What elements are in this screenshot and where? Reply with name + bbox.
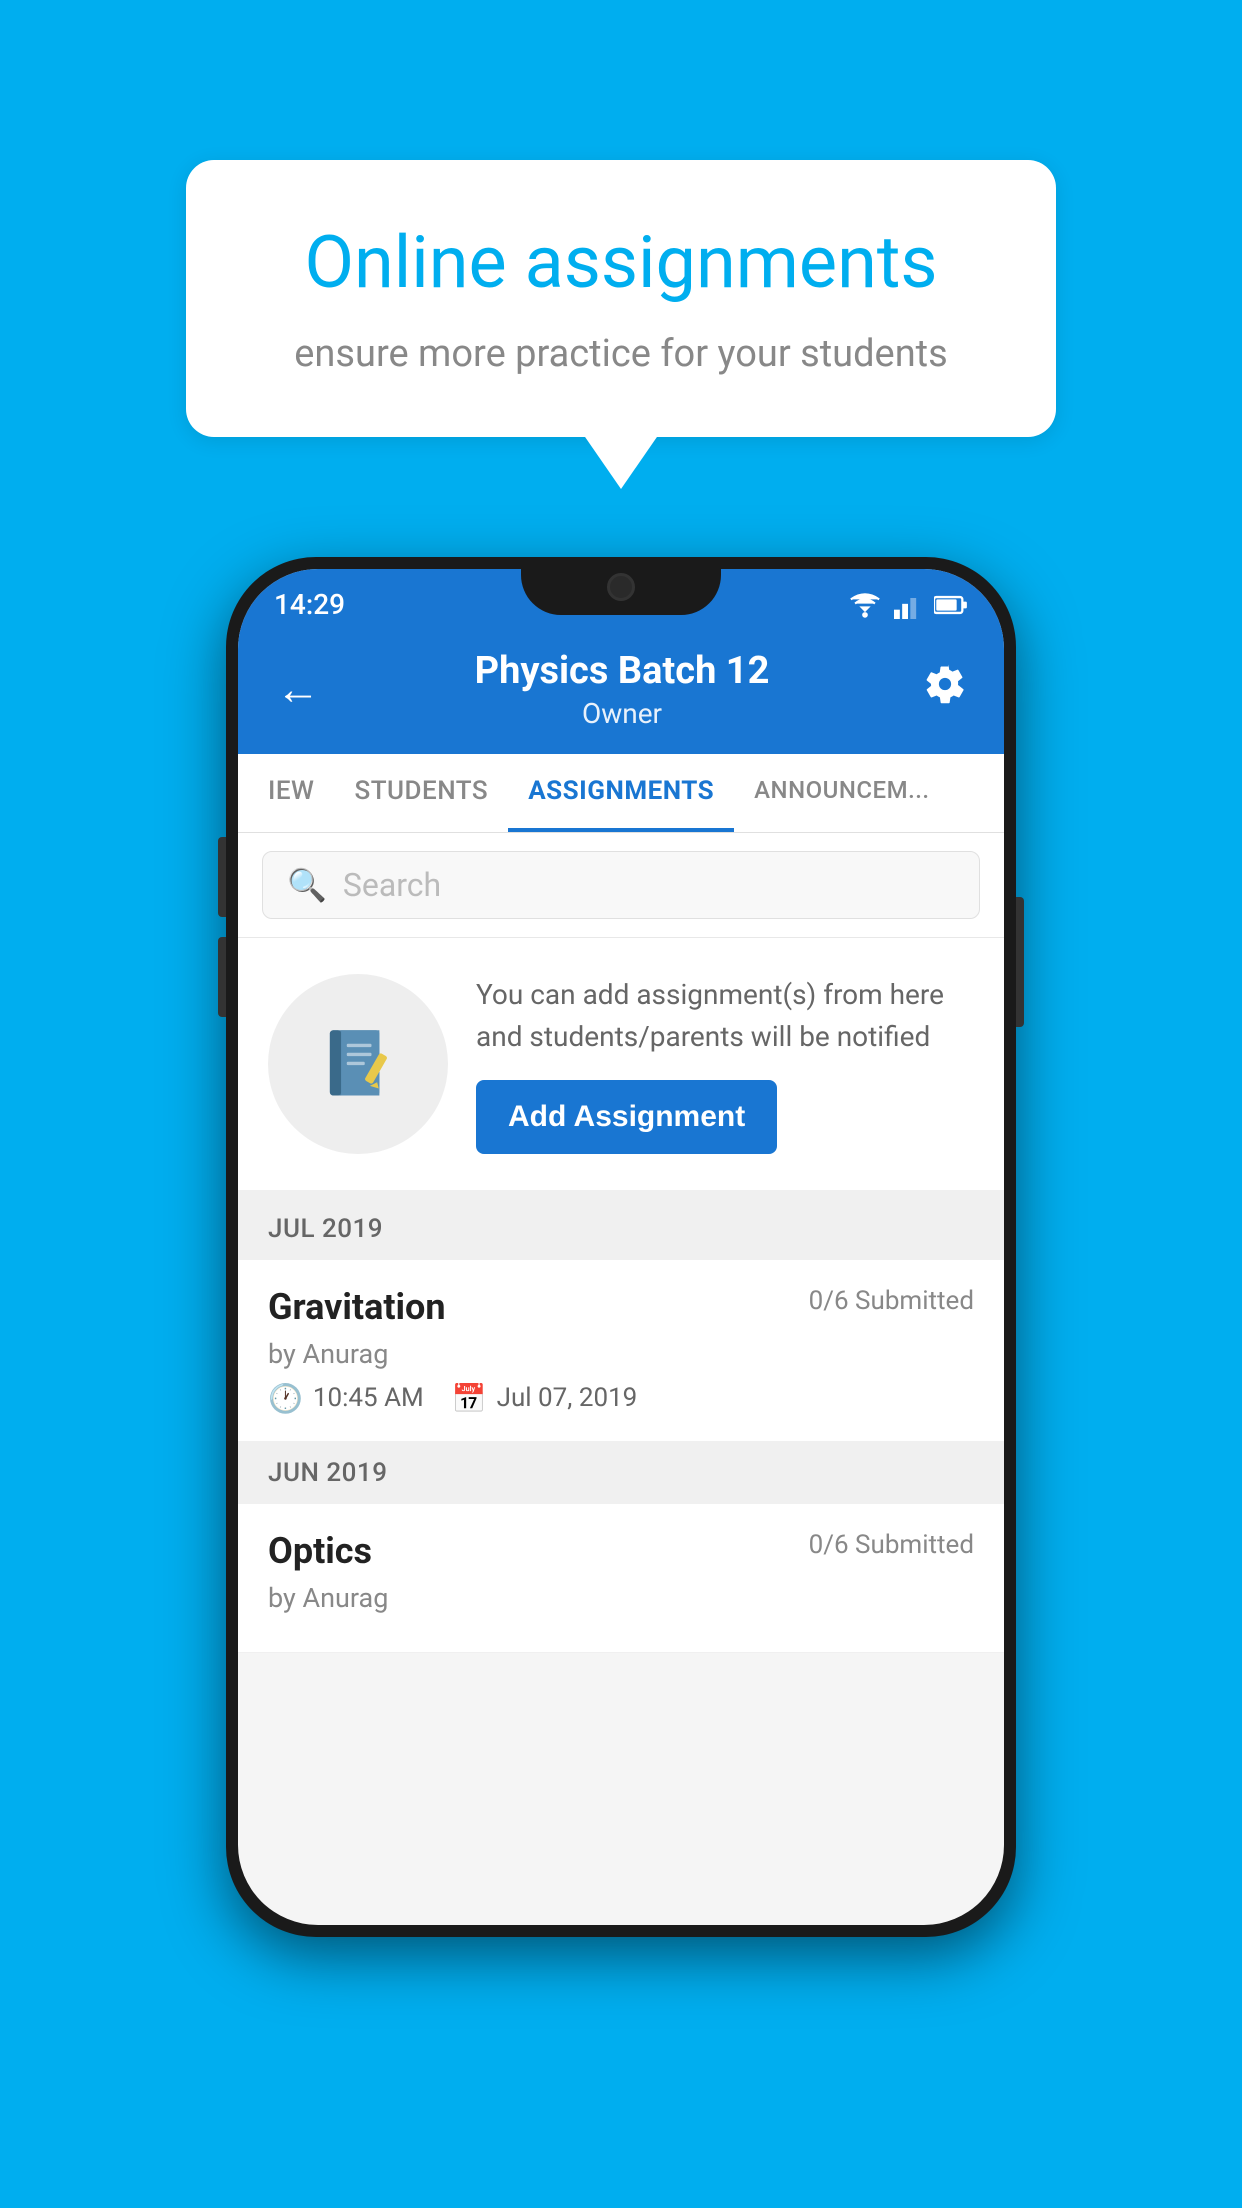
power-button[interactable] (1016, 897, 1024, 1027)
notebook-icon (313, 1019, 403, 1109)
assignment-submitted: 0/6 Submitted (809, 1286, 974, 1316)
app-header: ← Physics Batch 12 Owner (238, 631, 1004, 754)
volume-up-button[interactable] (218, 837, 226, 917)
assignment-top-row: Gravitation 0/6 Submitted (268, 1286, 974, 1328)
tab-assignments[interactable]: ASSIGNMENTS (508, 754, 734, 832)
assignment-name-optics: Optics (268, 1530, 372, 1572)
tabs-bar: IEW STUDENTS ASSIGNMENTS ANNOUNCEM... (238, 754, 1004, 833)
assignment-by-optics: by Anurag (268, 1582, 974, 1614)
tab-announcements[interactable]: ANNOUNCEM... (734, 754, 949, 832)
speech-bubble: Online assignments ensure more practice … (186, 160, 1056, 437)
hero-section: Online assignments ensure more practice … (0, 0, 1242, 437)
back-button[interactable]: ← (268, 655, 328, 723)
meta-time: 🕐 10:45 AM (268, 1382, 424, 1415)
month-header-jul: JUL 2019 (238, 1198, 1004, 1260)
search-icon: 🔍 (287, 866, 327, 904)
promo-text: You can add assignment(s) from here and … (476, 974, 974, 1058)
volume-down-button[interactable] (218, 937, 226, 1017)
tab-students[interactable]: STUDENTS (334, 754, 508, 832)
header-center: Physics Batch 12 Owner (328, 649, 916, 730)
meta-date: 📅 Jul 07, 2019 (452, 1382, 638, 1415)
phone-frame: 14:29 (226, 557, 1016, 1937)
assignment-item-gravitation[interactable]: Gravitation 0/6 Submitted by Anurag 🕐 10… (238, 1260, 1004, 1442)
status-time: 14:29 (274, 588, 345, 621)
wifi-icon (848, 591, 882, 619)
header-title: Physics Batch 12 (328, 649, 916, 693)
signal-icon (894, 591, 922, 619)
search-container: 🔍 Search (238, 833, 1004, 938)
settings-button[interactable] (916, 655, 974, 723)
promo-icon-circle (268, 974, 448, 1154)
phone-notch (521, 557, 721, 615)
assignment-top-row-optics: Optics 0/6 Submitted (268, 1530, 974, 1572)
assignment-submitted-optics: 0/6 Submitted (809, 1530, 974, 1560)
promo-section: You can add assignment(s) from here and … (238, 938, 1004, 1198)
battery-icon (934, 594, 968, 616)
add-assignment-button[interactable]: Add Assignment (476, 1080, 777, 1154)
phone-device: 14:29 (226, 557, 1016, 1937)
clock-icon: 🕐 (268, 1382, 303, 1415)
assignment-time: 10:45 AM (313, 1383, 424, 1413)
search-input-wrap[interactable]: 🔍 Search (262, 851, 980, 919)
promo-right: You can add assignment(s) from here and … (476, 974, 974, 1154)
bubble-title: Online assignments (256, 220, 986, 306)
assignment-date: Jul 07, 2019 (497, 1383, 638, 1413)
calendar-icon: 📅 (452, 1382, 487, 1415)
bubble-subtitle: ensure more practice for your students (256, 328, 986, 381)
assignment-name: Gravitation (268, 1286, 446, 1328)
header-subtitle: Owner (328, 697, 916, 730)
search-placeholder: Search (343, 866, 441, 904)
tab-iew[interactable]: IEW (248, 754, 334, 832)
phone-screen: 14:29 (238, 569, 1004, 1925)
assignment-by: by Anurag (268, 1338, 974, 1370)
status-icons (848, 591, 968, 619)
assignment-item-optics[interactable]: Optics 0/6 Submitted by Anurag (238, 1504, 1004, 1653)
front-camera (607, 573, 635, 601)
assignment-meta: 🕐 10:45 AM 📅 Jul 07, 2019 (268, 1382, 974, 1415)
month-header-jun: JUN 2019 (238, 1442, 1004, 1504)
gear-icon (924, 663, 966, 705)
